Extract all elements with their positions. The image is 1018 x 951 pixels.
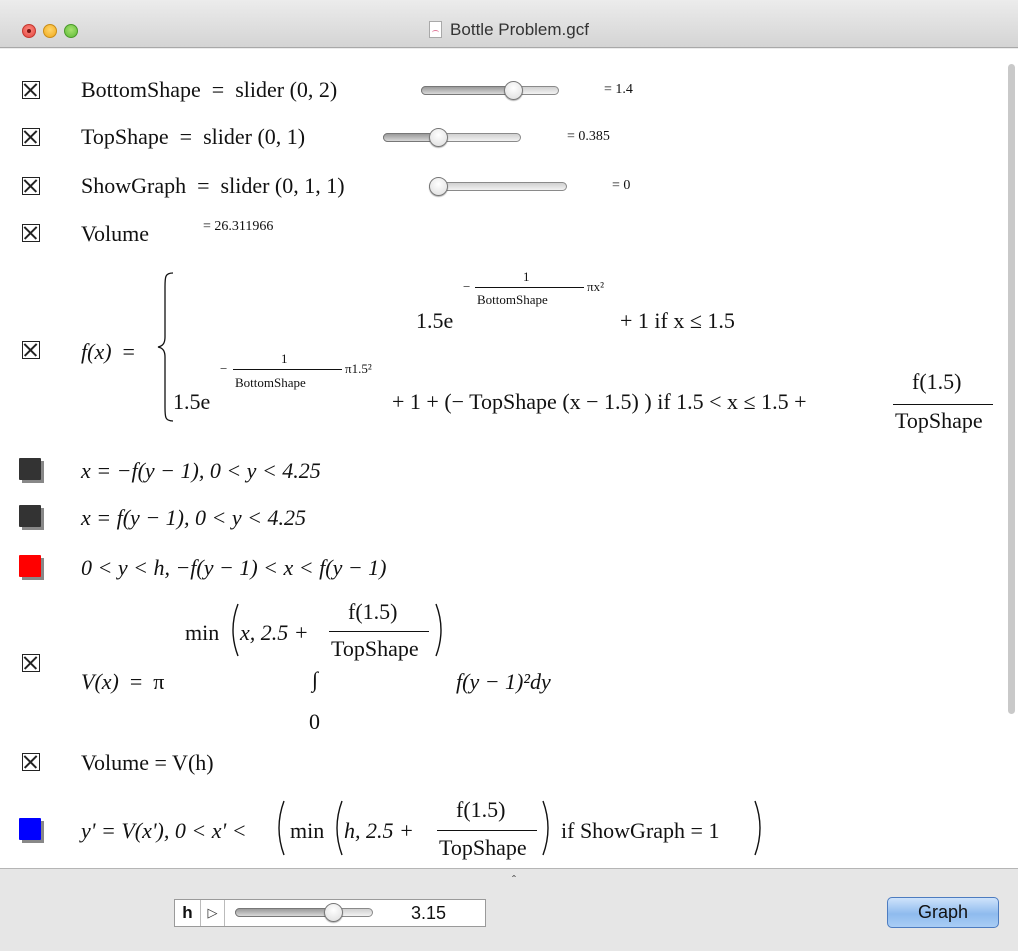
- window-title: Bottle Problem.gcf: [0, 20, 1018, 40]
- v-upper-min: min: [185, 620, 220, 645]
- showgraph-eq: =: [197, 173, 210, 198]
- f-def-lhs[interactable]: f(x) =: [81, 339, 135, 365]
- h-slider-fill: [235, 908, 334, 917]
- v-upper-frac-den: TopShape: [331, 636, 419, 661]
- h-slider-panel: h ▷ 3.15: [174, 899, 486, 927]
- volume-value: = 26.311966: [203, 219, 274, 234]
- v-upper-frac-num: f(1.5): [348, 599, 398, 624]
- v-eq: =: [129, 669, 143, 694]
- f-lhs: f(x): [81, 339, 112, 364]
- graph-args: h, 2.5 +: [344, 818, 414, 843]
- topshape-lhs: TopShape: [81, 124, 169, 149]
- graph-outer-open-paren: [278, 800, 285, 856]
- graph-frac-num: f(1.5): [456, 797, 506, 822]
- v-def-lhs[interactable]: V(x) = π: [81, 669, 164, 695]
- showgraph-slider-track[interactable]: [429, 182, 567, 191]
- case1-coef-text: 1.5e: [416, 308, 454, 333]
- showgraph-lhs: ShowGraph: [81, 173, 187, 198]
- v-lower-limit: 0: [309, 709, 320, 734]
- graph-inner-close-paren: [542, 800, 549, 856]
- graph-def-a[interactable]: y' = V(x'), 0 < x' <: [81, 818, 247, 844]
- case1-exp-minus: −: [463, 279, 471, 294]
- bottomshape-value: = 1.4: [604, 82, 633, 97]
- v-pi: π: [153, 669, 165, 694]
- scrollbar-thumb[interactable]: [1008, 64, 1015, 714]
- case2-coef: 1.5e: [173, 389, 211, 414]
- bottomshape-slider-knob[interactable]: [504, 81, 524, 100]
- topshape-rhs: slider (0, 1): [203, 124, 306, 149]
- visibility-checkbox-volume[interactable]: [22, 224, 40, 242]
- showgraph-slider-knob[interactable]: [429, 177, 448, 196]
- visibility-checkbox-v-definition[interactable]: [22, 654, 40, 672]
- equation-list: BottomShape = slider (0, 2) = 1.4 TopSha…: [0, 49, 1018, 868]
- graph-fraction-bar: [437, 830, 537, 831]
- visibility-checkbox-showgraph[interactable]: [22, 177, 40, 195]
- title-bar: Bottle Problem.gcf: [0, 0, 1018, 48]
- case1-coef: 1.5e: [416, 308, 453, 334]
- color-swatch-region[interactable]: [19, 555, 41, 577]
- graph-tail: if ShowGraph = 1: [561, 818, 720, 843]
- expr-bottomshape[interactable]: BottomShape = slider (0, 2): [81, 77, 337, 103]
- case2-fraction-bar: [893, 404, 993, 405]
- graph-button[interactable]: Graph: [887, 897, 999, 928]
- visibility-checkbox-bottomshape[interactable]: [22, 81, 40, 99]
- case2-frac-num: f(1.5): [912, 369, 962, 394]
- f-eq: =: [122, 339, 135, 364]
- visibility-checkbox-f-definition[interactable]: [22, 341, 40, 359]
- graph-inner-open-paren: [336, 800, 343, 856]
- v-upper-close-paren: [435, 603, 442, 657]
- case1-exp-tail: πx²: [587, 279, 604, 294]
- showgraph-rhs: slider (0, 1, 1): [220, 173, 345, 198]
- bottomshape-eq: =: [211, 77, 225, 102]
- graph-min: min: [290, 818, 325, 843]
- v-integrand: f(y − 1)²dy: [456, 669, 551, 694]
- case2-exp-fraction-bar: [233, 369, 342, 370]
- expr-topshape[interactable]: TopShape = slider (0, 1): [81, 124, 305, 150]
- graph-frac-den: TopShape: [439, 835, 527, 860]
- bottomshape-lhs: BottomShape: [81, 77, 201, 102]
- showgraph-value: = 0: [612, 178, 631, 193]
- expr-region[interactable]: 0 < y < h, −f(y − 1) < x < f(y − 1): [81, 555, 387, 581]
- expr-showgraph[interactable]: ShowGraph = slider (0, 1, 1): [81, 173, 345, 199]
- topshape-eq: =: [179, 124, 193, 149]
- visibility-checkbox-topshape[interactable]: [22, 128, 40, 146]
- h-value: 3.15: [411, 903, 447, 923]
- case2-frac-den: TopShape: [895, 408, 983, 433]
- window-title-text: Bottle Problem.gcf: [450, 20, 589, 39]
- h-variable-label: h: [175, 900, 201, 926]
- v-upper-args: x, 2.5 +: [240, 620, 309, 645]
- case2-exp-minus: −: [220, 361, 228, 376]
- h-slider-knob[interactable]: [324, 903, 344, 922]
- bottomshape-rhs: slider (0, 2): [235, 77, 338, 102]
- expr-volume-def[interactable]: Volume = V(h): [81, 750, 214, 776]
- topshape-slider-knob[interactable]: [428, 128, 448, 147]
- case2-exp-tail: π1.5²: [345, 361, 372, 376]
- v-lhs: V(x): [81, 669, 119, 694]
- v-upper-fraction-bar: [329, 631, 429, 632]
- bottomshape-slider-fill: [421, 86, 514, 95]
- topshape-value: = 0.385: [567, 129, 610, 144]
- case2-exp-den: BottomShape: [235, 375, 306, 390]
- color-swatch-curve-left[interactable]: [19, 458, 41, 480]
- case2-tail: + 1 + (− TopShape (x − 1.5) ) if 1.5 < x…: [392, 389, 807, 414]
- document-icon: [429, 21, 443, 38]
- case2-exp-num: 1: [281, 351, 288, 366]
- bottom-toolbar: ˆ h ▷ 3.15 Graph: [0, 868, 1018, 951]
- v-upper-open-paren: [232, 603, 239, 657]
- case1-exp-den: BottomShape: [477, 292, 548, 307]
- play-icon[interactable]: ▷: [201, 900, 225, 926]
- color-swatch-graph[interactable]: [19, 818, 41, 840]
- expr-curve-left[interactable]: x = −f(y − 1), 0 < y < 4.25: [81, 458, 321, 484]
- case1-exp-fraction-bar: [475, 287, 584, 288]
- graph-outer-close-paren: [754, 800, 761, 856]
- color-swatch-curve-right[interactable]: [19, 505, 41, 527]
- case1-exp-num: 1: [523, 269, 530, 284]
- v-integral-sign: ∫: [312, 667, 319, 692]
- case1-tail: + 1 if x ≤ 1.5: [620, 308, 735, 333]
- splitter-handle[interactable]: ˆ: [512, 873, 516, 887]
- expr-curve-right[interactable]: x = f(y − 1), 0 < y < 4.25: [81, 505, 306, 531]
- visibility-checkbox-volume-def[interactable]: [22, 753, 40, 771]
- volume-label[interactable]: Volume: [81, 221, 149, 247]
